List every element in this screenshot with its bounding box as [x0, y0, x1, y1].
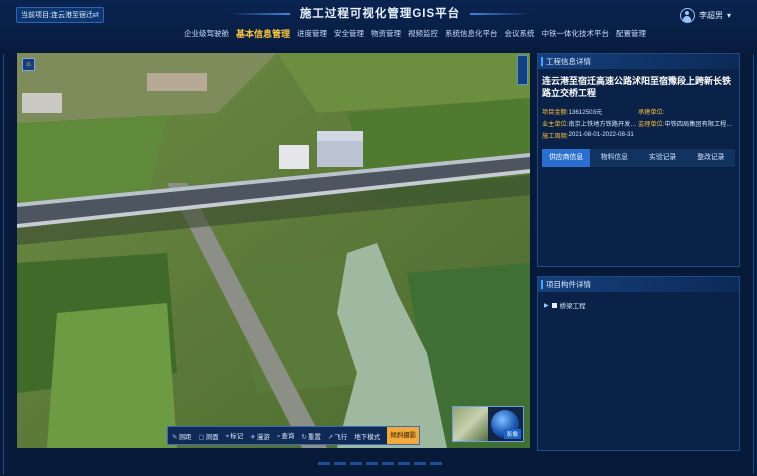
map-view[interactable]: ⌂ ✎测距 ▢测面 ⌖标记 ✈漫游 ⌕查询 ↻重置 ➚飞行 地下模式 倾斜摄影 影像: [17, 53, 530, 448]
toolbar-label: 测面: [205, 433, 219, 441]
map-side-tools[interactable]: [517, 55, 528, 85]
building: [279, 145, 309, 169]
info-label: 监理单位:: [638, 120, 665, 128]
info-value: 13612503元: [568, 108, 603, 116]
toolbar-item[interactable]: 地下模式: [354, 431, 380, 441]
nav-item[interactable]: 物资管理: [371, 27, 401, 41]
project-title: 连云港至宿迁高速公路沭阳至宿豫段上跨新长铁路立交桥工程: [542, 76, 732, 98]
title-area: 施工过程可视化管理GIS平台: [230, 4, 530, 24]
chevron-right-icon[interactable]: ▶: [544, 302, 549, 309]
toolbar-item[interactable]: ▢测面: [198, 431, 218, 441]
nav-item[interactable]: 进度管理: [297, 27, 327, 41]
info-label: 承建单位:: [638, 108, 665, 116]
info-value: 南京上铁地方铁路开发有限公司: [568, 120, 638, 128]
info-cell: 监理单位:中铁四局集团有限工程监理有...: [638, 119, 734, 128]
info-label: 施工周期:: [542, 132, 569, 140]
info-cell: 项目金额: 13612503元: [542, 107, 638, 116]
user-name: 李超男: [698, 11, 723, 20]
fly-icon: ➚: [327, 433, 334, 441]
info-label: 项目金额:: [542, 108, 569, 116]
info-cell: 施工周期: 2021-08-01-2022-08-31: [542, 131, 638, 140]
user-menu[interactable]: 李超男 ▾: [679, 8, 731, 23]
home-button[interactable]: ⌂: [22, 58, 35, 71]
toolbar-item[interactable]: 倾斜摄影: [387, 427, 420, 444]
component-panel: 项目构件详情 ▶ 桥梁工程: [537, 276, 740, 451]
toolbar-label: 漫游: [256, 433, 270, 441]
toolbar-label: 飞行: [334, 433, 348, 441]
field-patch: [47, 303, 177, 448]
toolbar-label: 测距: [178, 433, 192, 441]
nav-item[interactable]: 配置管理: [616, 27, 646, 41]
toolbar-label: 标记: [230, 433, 244, 440]
nav-item[interactable]: 安全管理: [334, 27, 364, 41]
swap-icon[interactable]: ⇄: [92, 10, 99, 19]
toolbar-item[interactable]: ↻重置: [301, 431, 320, 441]
tab-item[interactable]: 物料信息: [590, 149, 638, 167]
aerial-scene: [17, 53, 530, 448]
search-icon: ⌕: [276, 433, 281, 440]
measure-icon: ✎: [172, 433, 178, 441]
tab-item[interactable]: 实验记录: [639, 149, 687, 167]
toolbar-item[interactable]: ⌖标记: [226, 430, 244, 441]
building: [147, 73, 207, 91]
building-roof: [317, 131, 363, 141]
nav-item[interactable]: 企业级驾驶舱: [184, 27, 229, 41]
avatar-icon: [679, 8, 695, 23]
nav-item[interactable]: 基本信息管理: [236, 27, 290, 41]
chevron-down-icon: ▾: [726, 11, 731, 20]
frame-right: [748, 54, 754, 474]
minimap-satellite: [453, 407, 488, 441]
tab-item[interactable]: 供应商信息: [542, 149, 591, 167]
toolbar-item[interactable]: ➚飞行: [328, 431, 347, 441]
tab-item[interactable]: 整改记录: [687, 149, 735, 167]
project-label: 当前项目:: [21, 12, 51, 19]
toolbar-item[interactable]: ✈漫游: [250, 431, 269, 441]
nav-item[interactable]: 系统信息化平台: [445, 27, 498, 41]
component-tree: ▶ 桥梁工程: [538, 292, 739, 318]
info-row: 业主单位:南京上铁地方铁路开发有限公司监理单位:中铁四局集团有限工程监理有...: [542, 117, 735, 129]
toolbar-item[interactable]: ✎测距: [172, 431, 191, 441]
checkbox[interactable]: [551, 302, 557, 308]
panel-header: 工程信息详情: [538, 54, 739, 69]
toolbar-item[interactable]: ⌕查询: [277, 430, 295, 441]
toolbar-label: 查询: [281, 433, 295, 440]
info-label: 业主单位:: [542, 120, 569, 128]
toolbar-label: 地下模式: [354, 433, 381, 441]
reset-icon: ↻: [301, 433, 307, 441]
project-fields: 项目金额:13612503元承建单位:业主单位:南京上铁地方铁路开发有限公司监理…: [538, 105, 739, 141]
project-info-panel: 工程信息详情 连云港至宿迁高速公路沭阳至宿豫段上跨新长铁路立交桥工程 项目金额:…: [537, 53, 740, 267]
nav-item[interactable]: 视频监控: [408, 27, 438, 41]
toolbar-label: 重置: [307, 433, 321, 441]
pin-icon: ⌖: [225, 433, 230, 440]
roam-icon: ✈: [250, 433, 256, 441]
project-selector[interactable]: 当前项目: 连云港至宿迁... ⇄: [16, 7, 104, 23]
info-row: 施工周期: 2021-08-01-2022-08-31: [542, 129, 735, 141]
info-value: 2021-08-01-2022-08-31: [568, 130, 634, 138]
minimap[interactable]: 影像: [452, 406, 524, 442]
main-nav: 企业级驾驶舱 基本信息管理 进度管理 安全管理 物资管理 视频监控 系统信息化平台 会议系统中…: [184, 27, 646, 41]
toolbar-label: 倾斜摄影: [390, 432, 417, 439]
nav-item[interactable]: 中铁一体化技术平台: [542, 27, 610, 41]
nav-item[interactable]: 会议系统: [505, 27, 535, 41]
info-value: 中铁四局集团有限工程监理有...: [664, 120, 734, 128]
tree-item[interactable]: ▶ 桥梁工程: [538, 292, 739, 318]
top-bar: 当前项目: 连云港至宿迁... ⇄ 施工过程可视化管理GIS平台 李超男 ▾ 企…: [0, 0, 757, 52]
info-cell: 承建单位:: [638, 107, 734, 116]
imagery-button[interactable]: 影像: [503, 429, 521, 439]
title-decoration-left: [230, 13, 290, 15]
bottom-decoration: [180, 462, 580, 470]
building: [22, 93, 62, 113]
map-toolbar: ✎测距 ▢测面 ⌖标记 ✈漫游 ⌕查询 ↻重置 ➚飞行 地下模式 倾斜摄影: [167, 426, 421, 445]
tree-label: 桥梁工程: [559, 303, 586, 310]
panel-header: 项目构件详情: [538, 277, 739, 292]
info-row: 项目金额: 13612503元 承建单位:: [542, 105, 735, 117]
project-tabs: 供应商信息 物料信息 实验记录 整改记录: [542, 149, 735, 167]
frame-left: [3, 54, 9, 474]
info-cell: 业主单位:南京上铁地方铁路开发有限公司: [542, 119, 638, 128]
area-icon: ▢: [198, 433, 205, 441]
title-decoration-right: [470, 13, 530, 15]
